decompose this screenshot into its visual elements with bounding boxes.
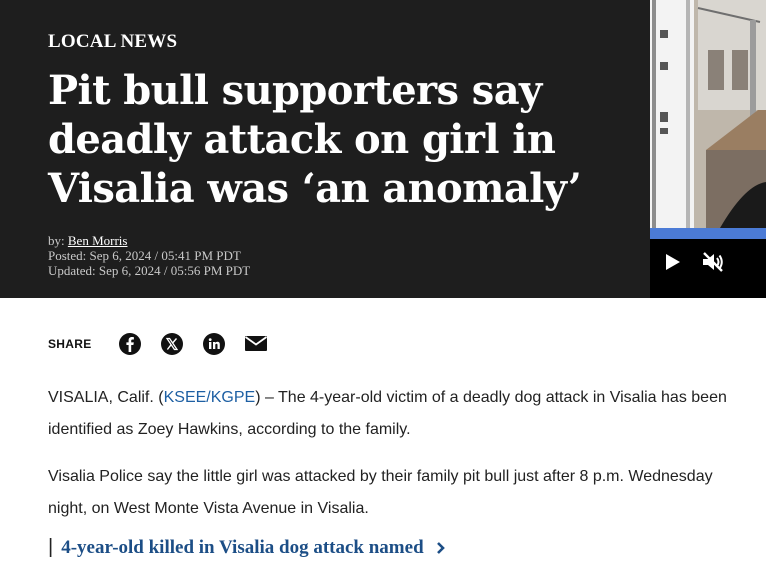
article-headline: Pit bull supporters say deadly attack on… [48,67,582,212]
article-paragraph: VISALIA, Calif. (KSEE/KGPE) – The 4-year… [48,382,753,446]
author-line: by: Ben Morris [48,233,250,248]
x-icon[interactable] [160,332,184,356]
updated-timestamp: Updated: Sep 6, 2024 / 05:56 PM PDT [48,263,251,278]
muted-speaker-icon[interactable] [701,251,725,273]
video-thumbnail [650,0,766,228]
related-story-link[interactable]: 4-year-old killed in Visalia dog attack … [61,537,423,559]
chevron-right-icon[interactable] [436,541,446,555]
video-frame[interactable] [650,0,766,228]
share-label: SHARE [48,337,92,351]
related-divider: | [48,536,54,558]
related-story[interactable]: | 4-year-old killed in Visalia dog attac… [48,536,446,559]
article-paragraph: Visalia Police say the little girl was a… [48,468,713,517]
email-icon[interactable] [244,332,268,356]
section-kicker[interactable]: LOCAL NEWS [48,31,177,53]
linkedin-icon[interactable] [202,332,226,356]
play-icon[interactable] [664,252,682,272]
byline-prefix: by: [48,233,68,248]
share-bar: SHARE [48,330,286,358]
video-progress-bar[interactable] [650,228,766,239]
posted-timestamp: Posted: Sep 6, 2024 / 05:41 PM PDT [48,248,241,263]
facebook-icon[interactable] [118,332,142,356]
station-link[interactable]: KSEE/KGPE [164,389,256,406]
dateline-prefix: VISALIA, Calif. ( [48,389,164,406]
byline: by: Ben Morris Posted: Sep 6, 2024 / 05:… [48,233,250,278]
author-link[interactable]: Ben Morris [68,233,128,248]
video-player[interactable] [650,0,766,298]
